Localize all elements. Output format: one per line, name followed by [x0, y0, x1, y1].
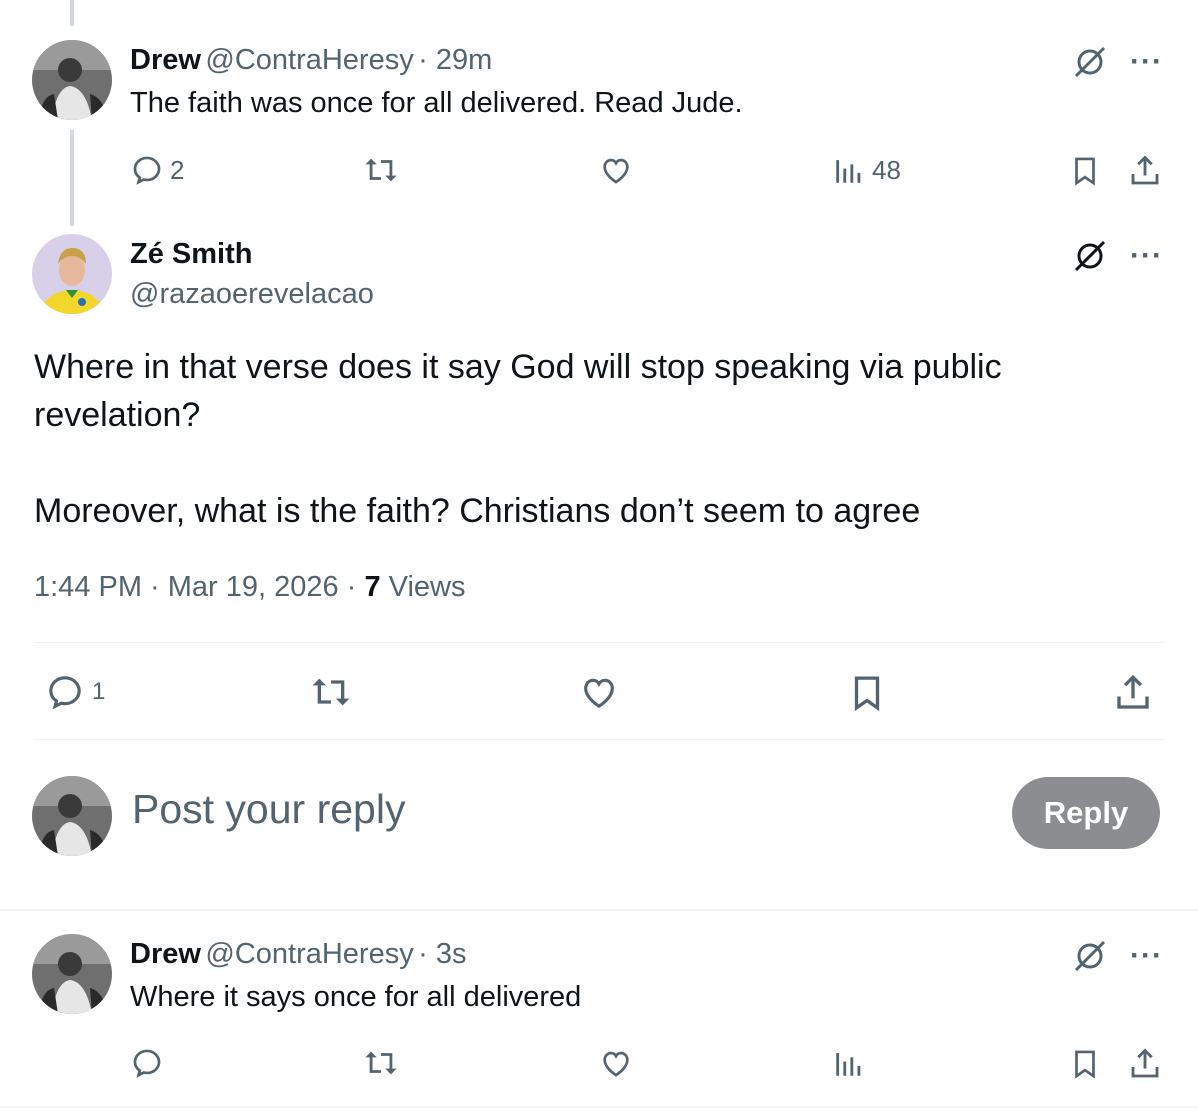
like-action[interactable] [598, 153, 634, 187]
reply-action[interactable] [130, 1046, 164, 1080]
bookmark-action[interactable] [1068, 1046, 1102, 1082]
post-text-line3: Moreover, what is the faith? Christians … [34, 492, 921, 530]
views-count: 48 [872, 154, 901, 185]
bookmark-action[interactable] [846, 672, 888, 714]
post-time[interactable]: · 3s [418, 938, 466, 970]
reply-action[interactable]: 2 [130, 153, 184, 187]
views-count: 7 [364, 571, 381, 603]
more-icon[interactable]: ··· [1130, 47, 1163, 77]
like-action[interactable] [598, 1046, 634, 1080]
bookmark-icon [854, 676, 880, 712]
bookmark-action[interactable] [1068, 153, 1102, 189]
display-name[interactable]: Zé Smith [130, 238, 252, 271]
reply-count: 2 [170, 154, 185, 185]
post-text-line2: revelation? [34, 396, 201, 434]
more-icon[interactable]: ··· [1130, 941, 1163, 971]
reply-count: 1 [92, 678, 106, 705]
heart-icon [584, 678, 614, 709]
handle[interactable]: @ContraHeresy [205, 44, 413, 76]
share-action[interactable] [1127, 1046, 1163, 1082]
post-text: The faith was once for all delivered. Re… [130, 87, 743, 119]
divider [34, 739, 1164, 740]
avatar-current-user-image [32, 776, 112, 856]
reply-button[interactable]: Reply [1012, 777, 1160, 849]
heart-icon [603, 158, 629, 184]
display-name[interactable]: Drew [130, 44, 201, 76]
avatar-drew-image [32, 934, 112, 1014]
repost-action[interactable] [362, 1046, 400, 1080]
avatar-drew-image [32, 40, 112, 120]
divider [34, 642, 1164, 643]
thread-line-middle [70, 130, 74, 226]
grok-icon[interactable] [1072, 238, 1108, 279]
reply-icon [49, 676, 81, 710]
share-icon [1131, 155, 1159, 185]
more-icon[interactable]: ··· [1130, 241, 1163, 271]
grok-icon[interactable] [1072, 44, 1108, 85]
handle[interactable]: @ContraHeresy [205, 938, 413, 970]
share-action[interactable] [1112, 672, 1154, 714]
avatar-current-user[interactable] [32, 776, 112, 856]
reply-icon [133, 1049, 161, 1078]
post-time[interactable]: · 29m [418, 44, 492, 76]
share-action[interactable] [1127, 153, 1163, 189]
post-header: Drew @ContraHeresy · 3s [130, 938, 467, 971]
avatar-ze-smith[interactable] [32, 234, 112, 314]
thread-line-top [70, 0, 74, 26]
views-label: Views [380, 571, 466, 603]
post-text-line1: Where in that verse does it say God will… [34, 348, 1002, 386]
section-divider [0, 1106, 1198, 1108]
reply-action[interactable]: 1 [44, 672, 105, 712]
repost-icon [312, 678, 350, 706]
repost-icon [365, 1051, 397, 1075]
handle[interactable]: @razaoerevelacao [130, 278, 374, 311]
grok-icon[interactable] [1072, 938, 1108, 979]
post-timestamp[interactable]: 1:44 PM · Mar 19, 2026 · [34, 571, 364, 603]
heart-icon [603, 1051, 629, 1077]
avatar-drew[interactable] [32, 934, 112, 1014]
bookmark-icon [1075, 1050, 1095, 1079]
avatar-drew[interactable] [32, 40, 112, 120]
views-action[interactable]: 48 [832, 153, 901, 187]
reply-icon [133, 156, 161, 185]
display-name[interactable]: Drew [130, 938, 201, 970]
share-icon [1131, 1048, 1159, 1078]
repost-action[interactable] [308, 672, 354, 712]
post-text: Where it says once for all delivered [130, 981, 582, 1013]
reply-input[interactable]: Post your reply [132, 786, 405, 833]
post-header: Drew @ContraHeresy · 29m [130, 44, 492, 77]
views-action[interactable] [832, 1046, 866, 1080]
section-divider [0, 909, 1198, 911]
analytics-icon [836, 160, 861, 183]
bookmark-icon [1075, 157, 1095, 186]
repost-action[interactable] [362, 153, 400, 187]
analytics-icon [836, 1053, 861, 1076]
share-icon [1117, 674, 1149, 709]
like-action[interactable] [578, 672, 620, 712]
post-meta: 1:44 PM · Mar 19, 2026 · 7 Views [34, 571, 465, 604]
avatar-ze-smith-image [32, 234, 112, 314]
repost-icon [365, 158, 397, 182]
